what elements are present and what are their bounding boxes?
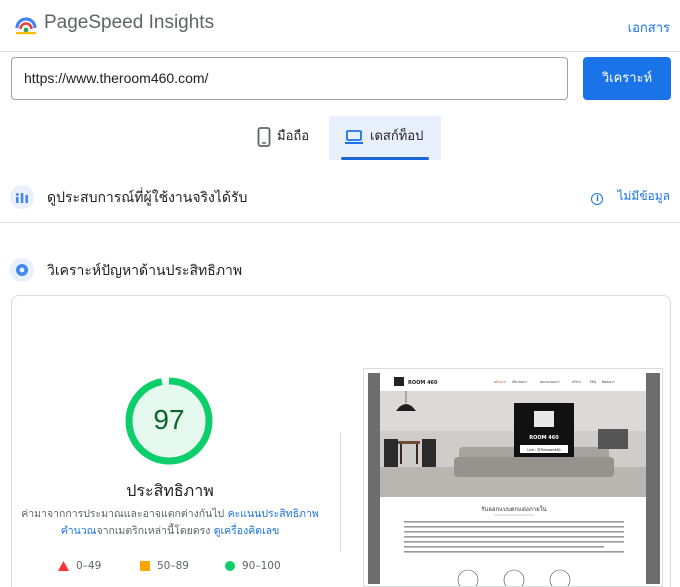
site-nav-about: เกี่ยวกับเรา	[512, 379, 527, 384]
top-bar: PageSpeed Insights เอกสาร	[0, 0, 680, 52]
site-nav-contact: ติดต่อเรา	[602, 380, 615, 384]
laptop-icon	[345, 129, 363, 144]
site-section-heading: รับออกแบบตกแต่งภายใน	[481, 505, 546, 513]
field-data-title: ดูประสบการณ์ที่ผู้ใช้งานจริงได้รับ	[47, 190, 248, 206]
calculator-link[interactable]: ดูเครื่องคิดเลข	[214, 525, 280, 537]
performance-description: ค่ามาจากการประมาณและอาจแตกต่างกันไป คะแน…	[18, 506, 322, 540]
field-data-section: ดูประสบการณ์ที่ผู้ใช้งานจริงได้รับ i ไม่ม…	[0, 175, 680, 223]
desc-text-1: ค่ามาจากการประมาณและอาจแตกต่างกันไป	[21, 508, 228, 520]
hero-brand-text: ROOM 460	[529, 435, 559, 441]
hero-image: ROOM 460 Line : @Theroom460	[380, 391, 646, 497]
analyze-button[interactable]: วิเคราะห์	[583, 57, 671, 100]
info-icon: i	[591, 193, 604, 205]
site-nav-home: หน้าแรก	[494, 380, 506, 384]
triangle-icon	[58, 561, 69, 571]
square-icon	[140, 561, 150, 571]
phone-icon	[257, 126, 271, 147]
tab-mobile-label: มือถือ	[277, 129, 310, 144]
field-data-icon	[10, 185, 34, 209]
legend-pass-range: 90–100	[242, 560, 281, 572]
tab-desktop-label: เดสก์ท็อป	[370, 129, 424, 144]
page-screenshot: ROOM 460 หน้าแรก เกี่ยวกับเรา ผลงานของเร…	[363, 368, 663, 587]
pagespeed-logo-icon	[15, 17, 37, 35]
app-title: PageSpeed Insights	[44, 12, 215, 33]
url-input[interactable]: https://www.theroom460.com/	[11, 57, 568, 100]
legend-pass: 90–100	[225, 560, 281, 572]
performance-label: ประสิทธิภาพ	[126, 481, 214, 500]
hero-line-text: Line : @Theroom460	[527, 448, 560, 452]
desc-text-2: จากเมตริกเหล่านี้โดยตรง	[96, 525, 214, 537]
legend-average: 50–89	[140, 560, 189, 572]
site-nav-service: บริการ	[572, 380, 581, 384]
legend-fail: 0–49	[58, 560, 101, 572]
card-divider	[340, 432, 341, 552]
site-logo-text: ROOM 460	[408, 380, 438, 386]
legend-fail-range: 0–49	[76, 560, 102, 572]
no-data-label: ไม่มีข้อมูล	[617, 189, 670, 203]
lab-data-section: วิเคราะห์ปัญหาด้านประสิทธิภาพ	[0, 248, 680, 288]
site-nav-portfolio: ผลงานของเรา	[540, 380, 560, 384]
lab-data-title: วิเคราะห์ปัญหาด้านประสิทธิภาพ	[47, 263, 243, 279]
docs-link[interactable]: เอกสาร	[628, 17, 670, 38]
no-data-indicator: i ไม่มีข้อมูล	[591, 187, 670, 206]
device-tabs: มือถือ เดสก์ท็อป	[241, 116, 441, 160]
tab-desktop[interactable]: เดสก์ท็อป	[329, 116, 441, 160]
lab-data-icon	[10, 258, 34, 282]
performance-score: 97	[153, 404, 185, 435]
tab-mobile[interactable]: มือถือ	[241, 116, 329, 160]
legend-average-range: 50–89	[157, 560, 189, 572]
site-nav-faq: FAQ	[590, 380, 597, 384]
circle-icon	[225, 561, 235, 571]
